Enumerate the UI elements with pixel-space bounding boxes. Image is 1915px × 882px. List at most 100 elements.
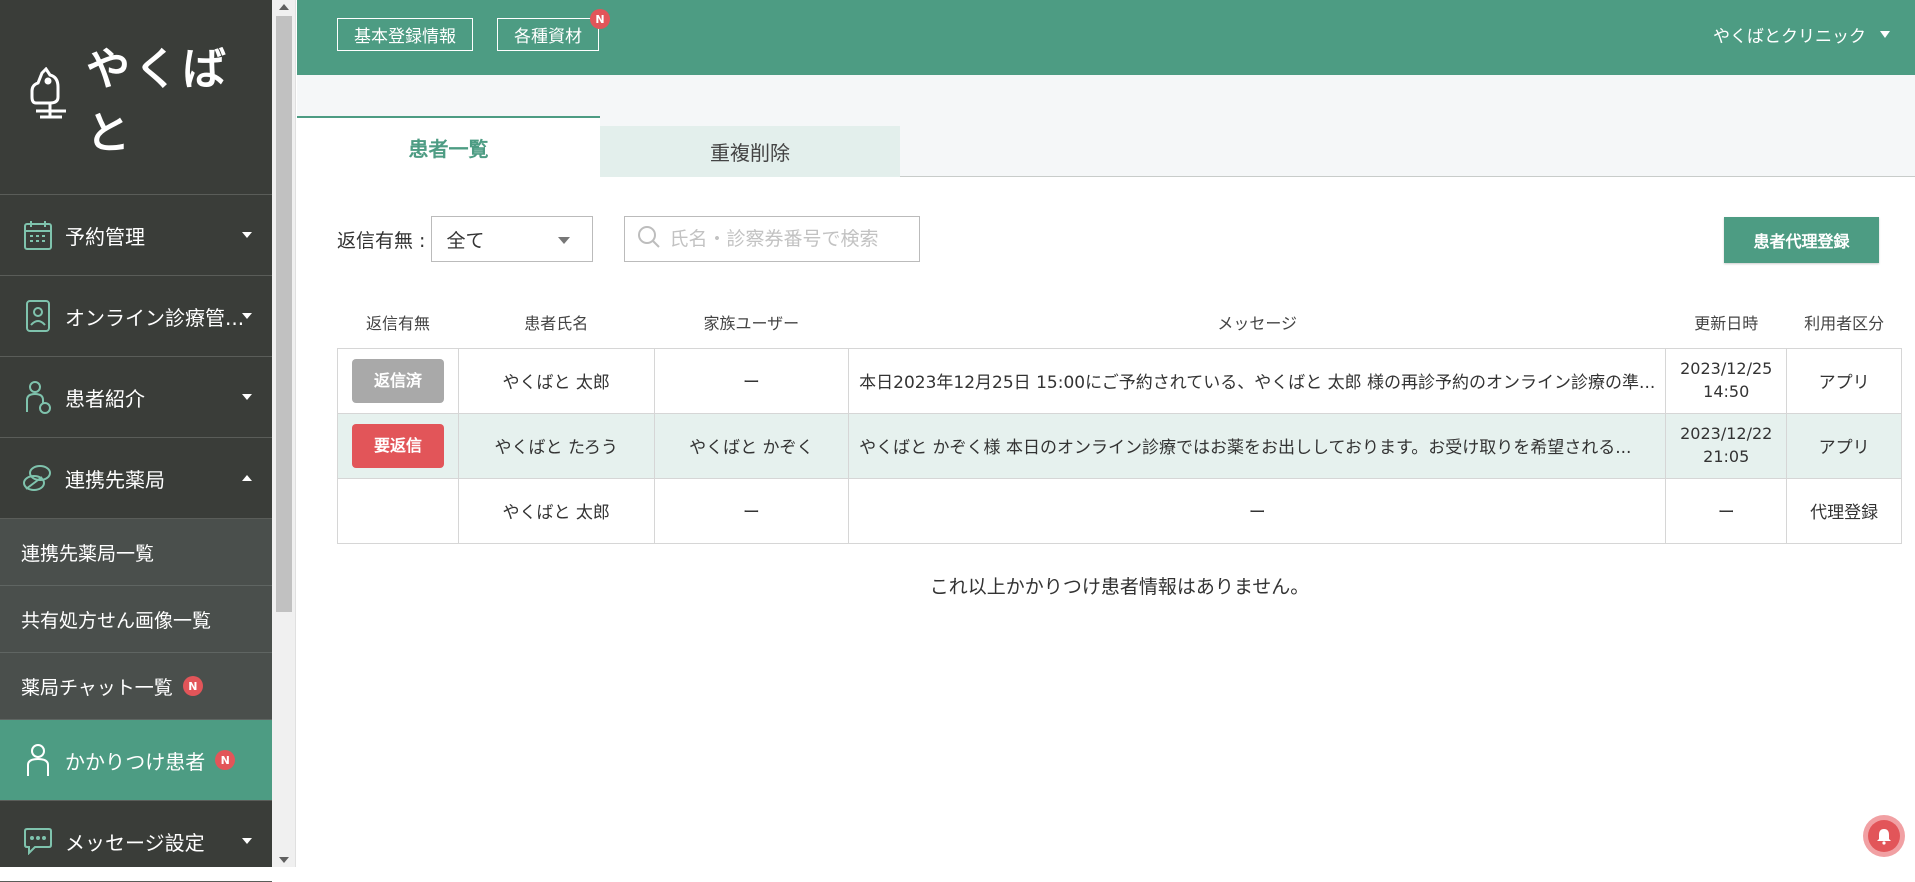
materials-label: 各種資材 — [514, 27, 582, 47]
column-header: メッセージ — [1217, 313, 1298, 333]
patient-name-cell: やくばと 太郎 — [457, 477, 655, 544]
materials-button[interactable]: 各種資材 N — [497, 9, 610, 51]
updated-time: 21:05 — [1703, 446, 1750, 466]
sidebar: やくばと 予約管理 オンライン診療管... 患者紹介 連携先薬局 連携先薬局一覧… — [0, 0, 272, 882]
family-user-cell: ー — [653, 477, 850, 544]
clinic-account-menu[interactable]: やくばとクリニック — [1713, 22, 1890, 47]
reply-filter-value: 全て — [446, 229, 485, 252]
tab-duplicate-removal[interactable]: 重複削除 — [600, 126, 900, 177]
message-cell: やくばと かぞく様 本日のオンライン診療ではお薬をお出ししております。お受け取り… — [848, 412, 1667, 479]
updated-time: 14:50 — [1703, 381, 1750, 401]
patient-name-cell: やくばと たろう — [457, 412, 655, 479]
updated-at-cell: ー — [1665, 477, 1788, 544]
sidebar-subitem-label: 共有処方せん画像一覧 — [21, 609, 212, 632]
message-cell: ー — [848, 477, 1667, 544]
user-type-cell: アプリ — [1786, 347, 1902, 414]
notification-bell-button[interactable] — [1863, 815, 1905, 857]
table-row[interactable]: 要返信 やくばと たろう やくばと かぞく やくばと かぞく様 本日のオンライン… — [337, 412, 1902, 479]
patient-referral-icon — [21, 380, 55, 414]
user-type-cell: 代理登録 — [1786, 477, 1902, 544]
person-icon — [21, 743, 55, 777]
tab-label: 重複削除 — [710, 141, 790, 165]
no-more-patients-text: これ以上かかりつけ患者情報はありません。 — [929, 576, 1310, 598]
table-row[interactable]: 返信済 やくばと 太郎 ー 本日2023年12月25日 15:00にご予約されて… — [337, 347, 1902, 414]
clinic-name: やくばとクリニック — [1713, 27, 1866, 47]
sidebar-subitem-pharmacy-chat[interactable]: 薬局チャット一覧 N — [0, 653, 272, 720]
new-badge: N — [182, 676, 203, 696]
sidebar-item-message-settings[interactable]: メッセージ設定 — [0, 801, 272, 882]
sidebar-scrollbar[interactable] — [272, 0, 296, 867]
column-header: 利用者区分 — [1804, 313, 1885, 333]
dropdown-arrow-icon — [1880, 31, 1890, 38]
sidebar-item-patient-referral[interactable]: 患者紹介 — [0, 357, 272, 438]
search-input[interactable] — [669, 228, 910, 250]
sidebar-subitem-shared-prescriptions[interactable]: 共有処方せん画像一覧 — [0, 586, 272, 653]
table-row[interactable]: やくばと 太郎 ー ー ー 代理登録 — [337, 477, 1902, 544]
logo[interactable]: やくばと — [0, 0, 272, 195]
family-user-cell: ー — [653, 347, 850, 414]
new-badge: N — [590, 9, 610, 29]
needs-reply-status-button[interactable]: 要返信 — [351, 423, 444, 468]
family-user-cell: やくばと かぞく — [653, 412, 850, 479]
scroll-up-arrow-icon[interactable] — [279, 4, 289, 10]
patient-name-cell: やくばと 太郎 — [457, 347, 655, 414]
user-type-cell: アプリ — [1786, 412, 1902, 479]
chevron-down-icon — [558, 237, 571, 244]
column-header: 家族ユーザー — [703, 313, 800, 333]
sidebar-subitem-label: 薬局チャット一覧 — [21, 676, 173, 699]
search-box[interactable] — [624, 216, 921, 262]
scroll-down-arrow-icon[interactable] — [279, 857, 289, 863]
proxy-register-button[interactable]: 患者代理登録 — [1724, 217, 1879, 263]
chevron-down-icon — [242, 394, 252, 400]
chat-icon — [21, 824, 55, 858]
replied-status-button[interactable]: 返信済 — [351, 358, 444, 403]
chevron-down-icon — [242, 838, 252, 844]
brand-name: やくばと — [86, 44, 230, 159]
chevron-down-icon — [242, 313, 252, 319]
sidebar-item-label: メッセージ設定 — [65, 830, 205, 855]
updated-date: 2023/12/25 — [1680, 359, 1773, 379]
sidebar-item-reservations[interactable]: 予約管理 — [0, 195, 272, 276]
reply-filter-select[interactable]: 全て — [431, 216, 594, 262]
new-badge: N — [215, 750, 236, 770]
sidebar-item-online-care[interactable]: オンライン診療管... — [0, 276, 272, 357]
status-cell — [337, 477, 459, 544]
updated-date: 2023/12/22 — [1680, 424, 1773, 444]
tab-label: 患者一覧 — [408, 136, 489, 161]
patient-table: 返信有無 患者氏名 家族ユーザー メッセージ 更新日時 利用者区分 返信済 やく… — [337, 296, 1902, 544]
chevron-down-icon — [242, 232, 252, 238]
column-header: 患者氏名 — [524, 313, 589, 333]
updated-at-cell: 2023/12/25 14:50 — [1665, 347, 1788, 414]
column-header: 更新日時 — [1694, 313, 1759, 333]
bell-icon — [1868, 820, 1900, 852]
sidebar-item-partner-pharmacy[interactable]: 連携先薬局 — [0, 438, 272, 519]
top-header: 基本登録情報 各種資材 N やくばとクリニック — [297, 0, 1915, 75]
basic-info-button[interactable]: 基本登録情報 — [337, 18, 473, 51]
sidebar-subitem-pharmacy-list[interactable]: 連携先薬局一覧 — [0, 519, 272, 586]
sidebar-item-label: かかりつけ患者 — [65, 749, 206, 774]
reply-filter-label: 返信有無 : — [337, 229, 426, 252]
sidebar-item-label: 予約管理 — [65, 224, 145, 249]
tab-patient-list[interactable]: 患者一覧 — [297, 116, 600, 177]
column-header: 返信有無 — [365, 313, 430, 333]
tab-bar: 患者一覧 重複削除 — [297, 75, 1915, 177]
status-cell: 返信済 — [337, 347, 459, 414]
sidebar-item-label: 連携先薬局 — [65, 467, 165, 492]
sidebar-item-label: 患者紹介 — [65, 386, 145, 411]
scrollbar-thumb[interactable] — [276, 16, 292, 612]
sidebar-item-label: オンライン診療管... — [65, 305, 245, 330]
basic-info-label: 基本登録情報 — [354, 27, 456, 47]
sidebar-submenu: 連携先薬局一覧 共有処方せん画像一覧 薬局チャット一覧 N — [0, 519, 272, 720]
message-cell: 本日2023年12月25日 15:00にご予約されている、やくばと 太郎 様の再… — [848, 347, 1667, 414]
phone-doctor-icon — [21, 299, 55, 333]
sidebar-item-regular-patients[interactable]: かかりつけ患者 N — [0, 720, 272, 801]
filter-bar: 返信有無 : 全て — [337, 216, 921, 262]
updated-at-cell: 2023/12/22 21:05 — [1665, 412, 1788, 479]
main-content: 基本登録情報 各種資材 N やくばとクリニック 患者一覧 重複削除 返信有無 :… — [297, 0, 1915, 867]
search-icon — [637, 225, 661, 253]
sidebar-subitem-label: 連携先薬局一覧 — [21, 542, 155, 565]
status-cell: 要返信 — [337, 412, 459, 479]
pills-icon — [21, 461, 55, 495]
proxy-register-label: 患者代理登録 — [1753, 232, 1850, 251]
bird-logo-icon — [28, 66, 74, 127]
